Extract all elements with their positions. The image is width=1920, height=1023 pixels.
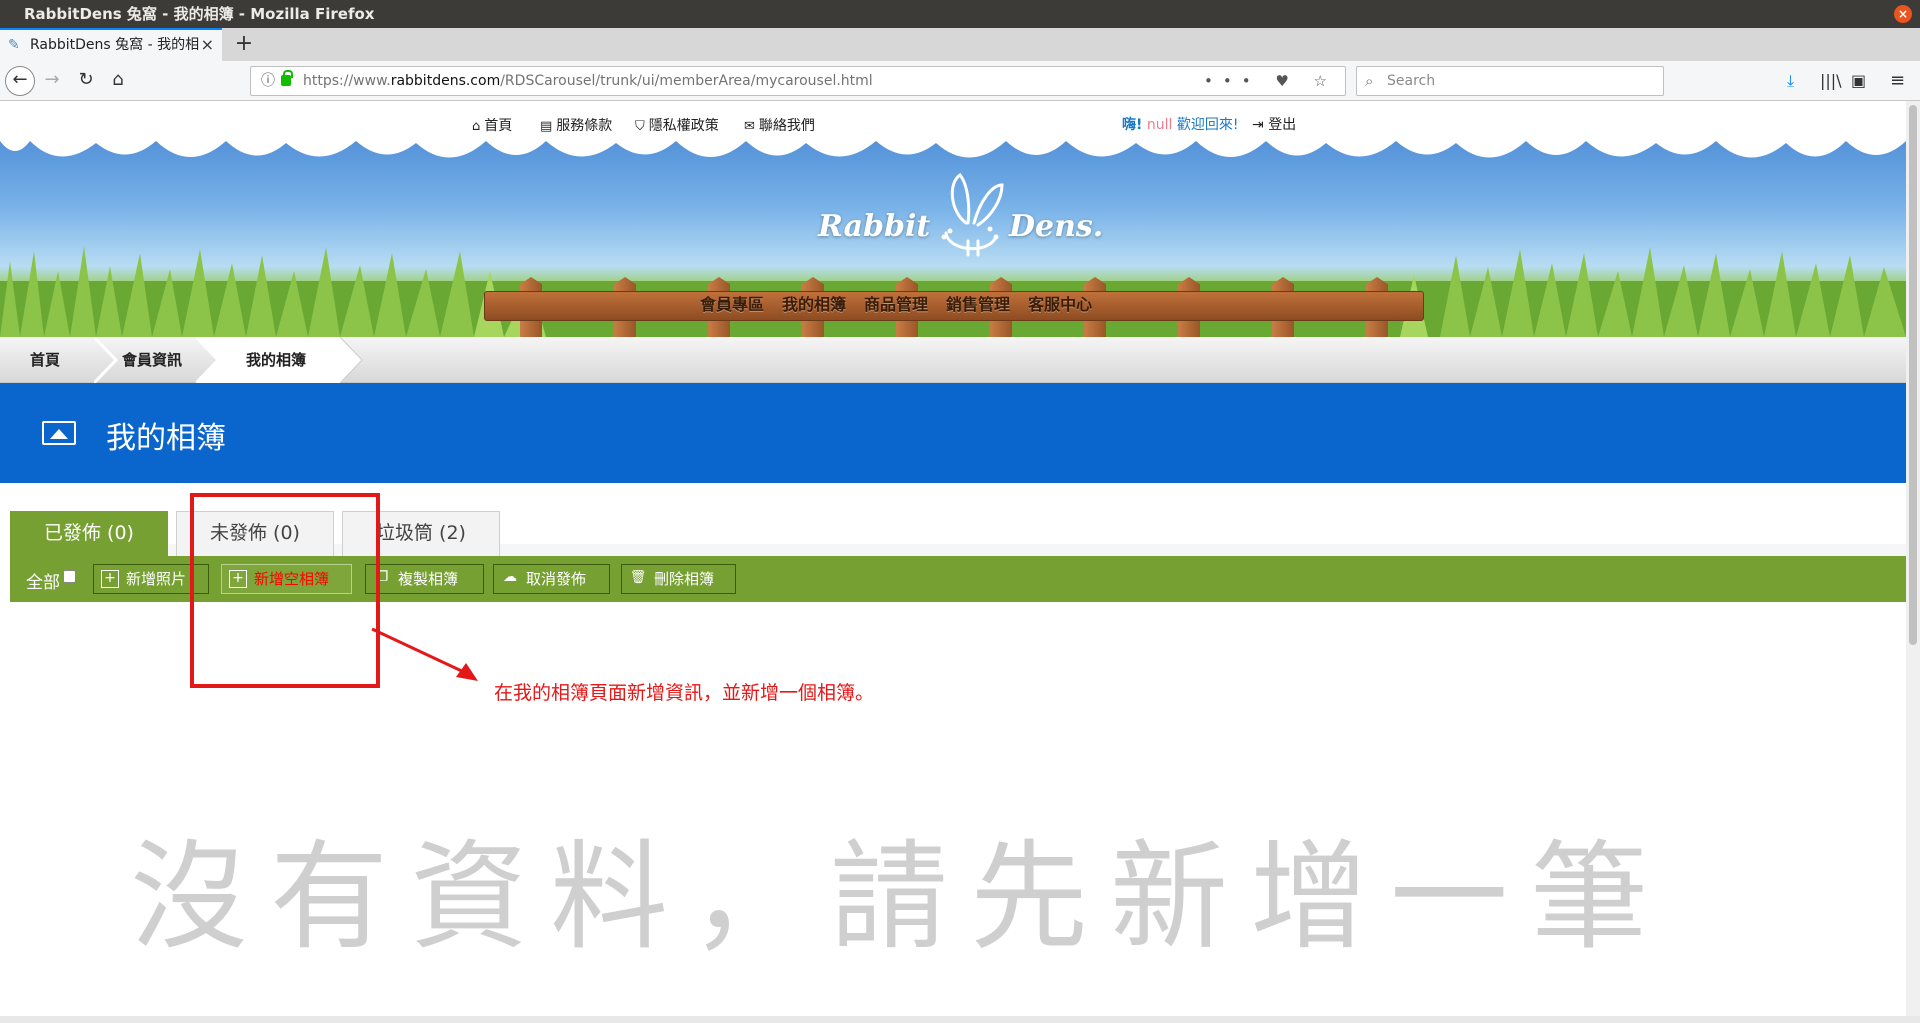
nav-contact-link[interactable]: ✉ 聯絡我們 — [744, 115, 815, 135]
document-icon: ▤ — [540, 119, 553, 134]
logout-link[interactable]: ⇥ 登出 — [1252, 114, 1296, 134]
home-icon: ⌂ — [472, 119, 481, 134]
url-path: /RDSCarousel/trunk/ui/memberArea/mycarou… — [500, 73, 873, 89]
lock-icon[interactable] — [281, 70, 293, 86]
copy-album-label: 複製相簿 — [398, 570, 459, 588]
delete-album-label: 刪除相簿 — [654, 570, 715, 588]
delete-album-button[interactable]: 🗑 刪除相簿 — [621, 564, 736, 594]
breadcrumb-home[interactable]: 首頁 — [30, 337, 60, 383]
unpublish-button[interactable]: ☁ 取消發佈 — [493, 564, 610, 594]
menu-icon[interactable]: ≡ — [1890, 69, 1905, 93]
add-photo-label: 新增照片 — [126, 570, 187, 588]
site-header: ⌂ 首頁 ▤ 服務條款 ⛉ 隱私權政策 ✉ 聯絡我們 嗨! null 歡迎回來! ⇥ 登… — [0, 101, 1906, 337]
library-icon[interactable]: |||\ — [1820, 69, 1842, 93]
back-button[interactable]: ← — [5, 66, 35, 96]
clouds-decoration — [0, 101, 1906, 158]
nav-home-link[interactable]: ⌂ 首頁 — [472, 115, 512, 135]
menu-sales-management[interactable]: 銷售管理 — [946, 291, 1010, 315]
search-placeholder: Search — [1387, 73, 1436, 89]
vertical-scrollbar[interactable] — [1906, 101, 1920, 1016]
add-photo-button[interactable]: + 新增照片 — [93, 564, 209, 594]
select-all-checkbox[interactable] — [63, 570, 76, 583]
page-actions-icons[interactable]: ••• ♥ ☆ — [1204, 67, 1337, 95]
breadcrumb-separator — [94, 337, 118, 383]
nav-terms-link[interactable]: ▤ 服務條款 — [540, 115, 612, 135]
envelope-icon: ✉ — [744, 119, 755, 134]
breadcrumb-member-info[interactable]: 會員資訊 — [122, 337, 182, 383]
plus-icon: + — [101, 570, 119, 588]
url-prefix: https://www. — [303, 73, 391, 89]
breadcrumb-separator — [340, 337, 363, 383]
breadcrumb: 首頁 會員資訊 我的相簿 — [0, 337, 1906, 383]
reload-button[interactable]: ↻ — [72, 67, 100, 95]
tab-unpublished[interactable]: 未發佈 (0) — [176, 511, 334, 556]
album-icon — [42, 421, 76, 445]
logo-text-right: Dens. — [1009, 209, 1104, 244]
window-title: RabbitDens 兔窩 - 我的相簿 - Mozilla Firefox — [24, 5, 375, 23]
empty-state-message: 沒有資料，請先新增一筆 — [130, 828, 1671, 966]
scrollbar-thumb[interactable] — [1909, 105, 1917, 645]
download-icon[interactable]: ⤓ — [1787, 69, 1794, 93]
greeting-hi: 嗨! — [1122, 117, 1143, 133]
select-all-label: 全部 — [26, 573, 60, 593]
browser-tabstrip: ✎ RabbitDens 兔窩 - 我的相 × + — [0, 28, 1920, 61]
unpublish-label: 取消發佈 — [526, 570, 587, 588]
greeting-welcome: 歡迎回來! — [1176, 117, 1239, 133]
plus-icon: + — [229, 570, 247, 588]
horizontal-scrollbar[interactable] — [0, 1016, 1920, 1023]
nav-privacy-label: 隱私權政策 — [648, 118, 719, 134]
menu-my-albums[interactable]: 我的相簿 — [782, 291, 846, 315]
album-toolbar: 全部 + 新增照片 + 新增空相簿 ❐ 複製相簿 ☁ 取消發佈 🗑 刪除相簿 — [10, 556, 1906, 602]
rabbit-favicon-icon: ✎ — [8, 37, 20, 53]
browser-navbar: ← → ↻ ⌂ ⓘ https://www.rabbitdens.com/RDS… — [0, 61, 1920, 101]
page-viewport: ⌂ 首頁 ▤ 服務條款 ⛉ 隱私權政策 ✉ 聯絡我們 嗨! null 歡迎回來! ⇥ 登… — [0, 101, 1906, 1016]
logout-icon: ⇥ — [1252, 117, 1264, 133]
annotation-arrow — [371, 627, 478, 681]
menu-customer-service[interactable]: 客服中心 — [1028, 291, 1092, 315]
browser-tab-title: RabbitDens 兔窩 - 我的相 — [30, 37, 200, 53]
page-title-banner: 我的相簿 — [0, 383, 1906, 483]
tab-close-icon[interactable]: × — [201, 30, 214, 60]
add-empty-album-label: 新增空相簿 — [254, 570, 330, 588]
window-titlebar: RabbitDens 兔窩 - 我的相簿 - Mozilla Firefox × — [0, 0, 1920, 28]
search-icon: ⌕ — [1365, 72, 1374, 90]
browser-tab-active[interactable]: ✎ RabbitDens 兔窩 - 我的相 × — [0, 28, 222, 61]
main-menu: 會員專區 我的相簿 商品管理 銷售管理 客服中心 — [700, 291, 1110, 315]
tab-trash[interactable]: 垃圾筒 (2) — [342, 511, 500, 556]
page-title: 我的相簿 — [106, 421, 226, 456]
nav-home-label: 首頁 — [484, 118, 513, 134]
copy-album-button[interactable]: ❐ 複製相簿 — [365, 564, 484, 594]
info-icon[interactable]: ⓘ — [261, 67, 275, 95]
logo-text-left: Rabbit — [818, 209, 931, 244]
forward-button[interactable]: → — [38, 67, 66, 95]
nav-contact-label: 聯絡我們 — [758, 118, 815, 134]
select-all[interactable]: 全部 — [26, 568, 76, 593]
add-empty-album-button[interactable]: + 新增空相簿 — [221, 564, 352, 594]
nav-privacy-link[interactable]: ⛉ 隱私權政策 — [635, 115, 719, 135]
logout-label: 登出 — [1268, 117, 1297, 133]
cloud-icon: ☁ — [503, 569, 517, 585]
address-bar[interactable]: ⓘ https://www.rabbitdens.com/RDSCarousel… — [250, 66, 1346, 96]
tab-published[interactable]: 已發佈 (0) — [10, 511, 168, 556]
copy-icon: ❐ — [375, 569, 389, 585]
new-tab-button[interactable]: + — [230, 28, 258, 61]
trash-icon: 🗑 — [629, 570, 647, 585]
window-close-button[interactable]: × — [1894, 5, 1912, 23]
sidebar-icon[interactable]: ▣ — [1851, 69, 1866, 93]
menu-member-area[interactable]: 會員專區 — [700, 291, 764, 315]
breadcrumb-my-albums: 我的相簿 — [220, 337, 340, 383]
greeting-username: null — [1146, 117, 1173, 133]
nav-terms-label: 服務條款 — [556, 118, 613, 134]
shield-icon: ⛉ — [635, 119, 645, 134]
greeting: 嗨! null 歡迎回來! — [1122, 114, 1238, 134]
annotation-text: 在我的相簿頁面新增資訊，並新增一個相簿。 — [494, 682, 875, 704]
menu-product-management[interactable]: 商品管理 — [864, 291, 928, 315]
search-input[interactable]: ⌕ Search — [1356, 66, 1664, 96]
url-domain: rabbitdens.com — [390, 73, 501, 89]
breadcrumb-separator — [196, 337, 220, 383]
home-button[interactable]: ⌂ — [104, 67, 132, 95]
